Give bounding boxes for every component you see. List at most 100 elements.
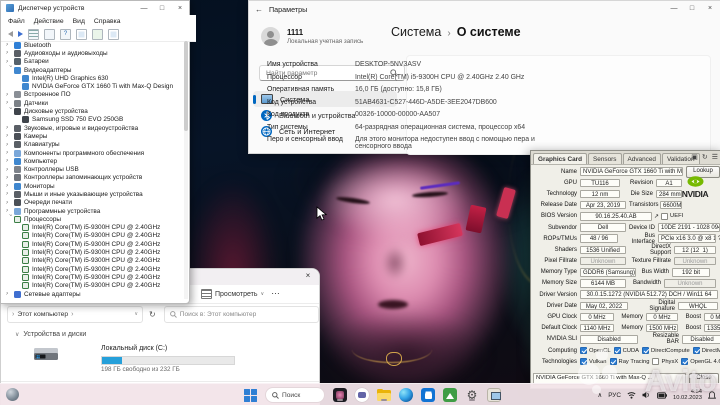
close-icon[interactable]: × [301,271,315,280]
drive-name[interactable]: Локальный диск (C:) [101,345,167,352]
bios-version-field[interactable]: 90.16.25.40.AB [580,212,652,221]
refresh-icon[interactable]: ↻ [702,153,708,161]
breadcrumb[interactable]: › Этот компьютер › ∨ [7,305,144,323]
close-icon[interactable]: × [701,2,719,15]
checkbox-opencl[interactable] [580,347,587,355]
console-tree-icon[interactable] [28,28,39,40]
refresh-icon[interactable]: ↻ [149,310,156,319]
device-tree-item[interactable]: › Звуковые, игровые и видеоустройства [1,124,183,132]
device-tree-item[interactable]: › Дисковые устройства [1,107,183,116]
checkbox-vulkan[interactable] [580,358,587,366]
device-tree-item[interactable]: › Аудиовходы и аудиовыходы [1,49,183,57]
subvendor-field[interactable]: Dell [580,223,626,232]
transistors-field[interactable]: 6600M [660,200,682,210]
back-icon[interactable] [8,31,13,37]
menu-help[interactable]: Справка [94,18,121,25]
directx-field[interactable]: 12 (12_1) [674,245,716,255]
gpu-field[interactable]: TU116 [580,178,620,188]
checkbox-directml[interactable] [692,347,700,355]
default-memory-clock-field[interactable]: 1500 MHz [646,323,678,333]
clock[interactable]: 4:54 10.02.2023 [673,389,702,402]
device-tree-item[interactable]: › Контроллеры USB [1,165,183,174]
checkbox-opengl[interactable] [681,358,689,366]
device-tree-item[interactable]: › Камеры [1,132,183,140]
battery-icon[interactable] [657,391,667,399]
menu-action[interactable]: Действие [34,18,64,25]
notification-icon[interactable] [708,390,716,400]
scrollbar[interactable] [184,41,188,299]
memory-clock-field[interactable]: 0 MHz [646,312,678,322]
device-tree-item[interactable]: NVIDIA GeForce GTX 1660 Ti with Max-Q De… [1,82,183,91]
sli-field[interactable]: Disabled [580,335,638,344]
device-tree-item[interactable]: Intel(R) Core(TM) i5-9300H CPU @ 2.40GHz [1,248,183,257]
close-icon[interactable]: × [171,2,189,15]
driver-version-field[interactable]: 30.0.15.1272 (NVIDIA 512.72) DCH / Win11… [580,290,718,299]
device-tree-item[interactable]: Intel(R) Core(TM) i5-9300H CPU @ 2.40GHz [1,282,183,290]
chevron-down-icon[interactable]: ∨ [134,311,138,317]
device-tree-item[interactable]: › Программные устройства [1,207,183,215]
tab-graphics-card[interactable]: Graphics Card [533,153,588,164]
device-tree-item[interactable]: Intel(R) Core(TM) i5-9300H CPU @ 2.40GHz [1,240,183,248]
tray-expand-icon[interactable]: ∧ [598,391,603,399]
drive-icon[interactable] [33,345,59,370]
device-tree-item[interactable]: › Bluetooth [1,41,183,49]
device-id-field[interactable]: 10DE 2191 - 1028 0949 [658,223,720,232]
explorer-search-input[interactable]: Поиск в: Этот компьютер [163,305,319,323]
maximize-icon[interactable]: □ [683,2,701,15]
settings-gear-icon[interactable]: ⚙ [465,388,479,402]
checkbox-cuda[interactable] [613,347,621,355]
device-tree-item[interactable]: › Видеоадаптеры [1,65,183,74]
menu-icon[interactable]: ☰ [712,153,718,161]
tab-advanced[interactable]: Advanced [622,153,661,164]
breadcrumb-parent[interactable]: Система [391,25,441,39]
device-tree-item[interactable]: › Мониторы [1,182,183,190]
bus-interface-field[interactable]: PCIe x16 3.0 @ x8 1.1 [658,234,716,243]
checkbox-ray-tracing[interactable] [609,358,617,366]
file-explorer-icon[interactable] [377,388,391,402]
devices-and-drives-section[interactable]: ∨ Устройства и диски [15,331,86,338]
update-driver-icon[interactable] [92,28,103,40]
language-indicator[interactable]: РУС [608,392,621,399]
device-tree-item[interactable]: Intel(R) Core(TM) i5-9300H CPU @ 2.40GHz [1,265,183,273]
checkbox-physx[interactable] [652,358,660,366]
gpu-name-field[interactable]: NVIDIA GeForce GTX 1660 Ti with Max-Q D.… [580,167,683,176]
pixel-fillrate-field[interactable]: Unknown [580,256,626,266]
device-manager-taskbar-icon[interactable] [487,388,501,402]
driver-date-field[interactable]: May 02, 2022 [580,301,628,311]
release-date-field[interactable]: Apr 23, 2019 [580,200,626,210]
device-tree-item[interactable]: › Контроллеры запоминающих устройств [1,174,183,182]
shaders-field[interactable]: 1536 Unified [580,245,626,255]
snipping-tool-icon[interactable] [443,388,457,402]
widgets-icon[interactable] [6,388,19,401]
microsoft-store-icon[interactable] [421,388,435,402]
help-icon[interactable]: ? [60,28,71,40]
tab-sensors[interactable]: Sensors [588,153,622,164]
device-tree-item[interactable]: › Сетевые адаптеры [1,290,183,298]
default-gpu-clock-field[interactable]: 1140 MHz [580,323,614,333]
device-tree-item[interactable]: › Датчики [1,99,183,107]
device-tree-item[interactable]: › Процессоры [1,214,183,223]
device-tree-item[interactable]: Intel(R) Core(TM) i5-9300H CPU @ 2.40GHz [1,257,183,265]
see-more-button[interactable]: … [271,286,281,296]
share-icon[interactable]: ↗ [654,213,659,220]
device-tree-item[interactable]: › Батареи [1,58,183,66]
device-tree-item[interactable]: Intel(R) Core(TM) i5-9300H CPU @ 2.40GHz [1,273,183,281]
device-tree-item[interactable]: › Мыши и иные указывающие устройства [1,190,183,198]
device-tree-item[interactable]: Intel(R) Core(TM) i5-9300H CPU @ 2.40GHz [1,224,183,232]
device-tree-item[interactable]: Intel(R) UHD Graphics 630 [1,74,183,82]
device-tree-item[interactable]: › Очереди печати [1,199,183,207]
volume-icon[interactable] [642,391,651,399]
edge-browser-icon[interactable] [399,388,413,402]
scan-hardware-icon[interactable] [76,28,87,40]
bandwidth-field[interactable]: Unknown [664,279,716,288]
properties-icon[interactable] [44,28,55,40]
menu-view[interactable]: Вид [73,18,85,25]
rops-tmus-field[interactable]: 48 / 96 [580,234,618,243]
user-account[interactable]: 1111 Локальная учетная запись [261,27,363,46]
memory-size-field[interactable]: 6144 MB [580,279,626,288]
forward-icon[interactable] [18,31,23,37]
bus-width-field[interactable]: 192 bit [672,268,710,277]
uefi-checkbox[interactable] [661,212,669,220]
minimize-icon[interactable]: — [665,2,683,15]
resizable-bar-field[interactable]: Disabled [682,335,720,344]
